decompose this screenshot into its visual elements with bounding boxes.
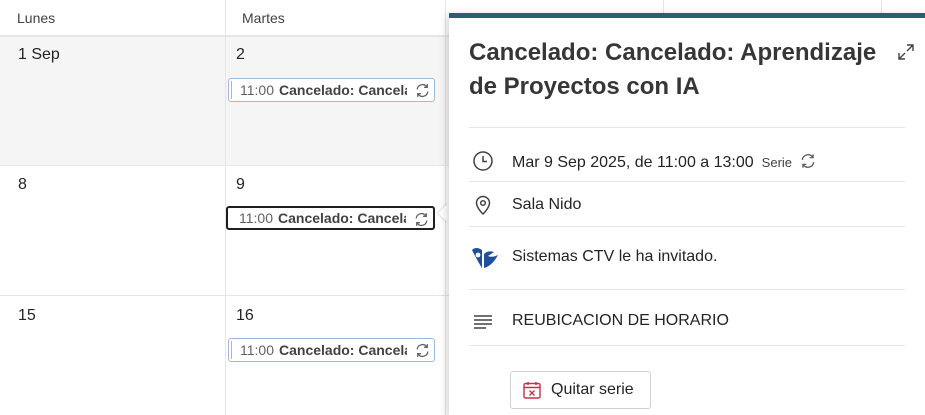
calendar-event-selected[interactable]: 11:00 Cancelado: Cancelado: Aprendizaje … <box>226 206 435 230</box>
divider <box>469 181 905 182</box>
divider <box>469 226 905 227</box>
event-time: 11:00 <box>239 210 273 226</box>
calendar-event[interactable]: 11:00 Cancelado: Cancelado: Aprendizaje … <box>228 338 435 362</box>
location-icon <box>475 195 491 216</box>
day-number: 16 <box>236 307 254 324</box>
remove-series-button[interactable]: Quitar serie <box>510 371 651 409</box>
event-time: 11:00 <box>240 342 274 358</box>
divider <box>469 289 905 290</box>
event-title: Cancelado: Cancelado: Aprendizaje de Pro… <box>278 210 406 226</box>
event-datetime-row: Mar 9 Sep 2025, de 11:00 a 13:00 Serie <box>512 152 817 172</box>
event-details-popup: Cancelado: Cancelado: Aprendizaje de Pro… <box>449 13 925 415</box>
calendar-event[interactable]: 11:00 Cancelado: Cancelado: Aprendizaje … <box>228 78 435 102</box>
calendar-remove-icon <box>523 382 541 399</box>
day-number: 15 <box>18 307 36 324</box>
day-number: 8 <box>18 176 27 193</box>
divider <box>469 127 905 128</box>
organizer-invite-text: Sistemas CTV le ha invitado. <box>512 248 718 265</box>
day-header-tuesday: Martes <box>225 0 445 36</box>
recurring-icon <box>414 82 431 99</box>
recurring-icon <box>413 211 430 228</box>
recurring-icon <box>802 154 815 168</box>
event-time: 11:00 <box>240 82 274 98</box>
event-description: REUBICACION DE HORARIO <box>512 312 729 329</box>
clock-icon <box>473 151 493 171</box>
day-number: 2 <box>236 46 245 63</box>
divider <box>469 345 905 346</box>
notes-icon <box>474 315 492 329</box>
series-label: Serie <box>761 155 793 170</box>
event-title: Cancelado: Cancelado: Aprendizaje de Pro… <box>279 342 407 358</box>
day-number: 9 <box>236 176 245 193</box>
expand-icon[interactable] <box>896 42 916 62</box>
day-header-monday: Lunes <box>0 0 225 36</box>
day-number: 1 Sep <box>18 46 60 63</box>
event-title: Cancelado: Cancelado: Aprendizaje de Pro… <box>279 82 407 98</box>
organizer-logo-icon <box>472 248 498 268</box>
event-location: Sala Nido <box>512 196 582 213</box>
event-datetime: Mar 9 Sep 2025, de 11:00 a 13:00 <box>512 154 754 171</box>
recurring-icon <box>414 342 431 359</box>
remove-series-label: Quitar serie <box>551 381 634 398</box>
event-title-heading: Cancelado: Cancelado: Aprendizaje de Pro… <box>469 39 877 100</box>
